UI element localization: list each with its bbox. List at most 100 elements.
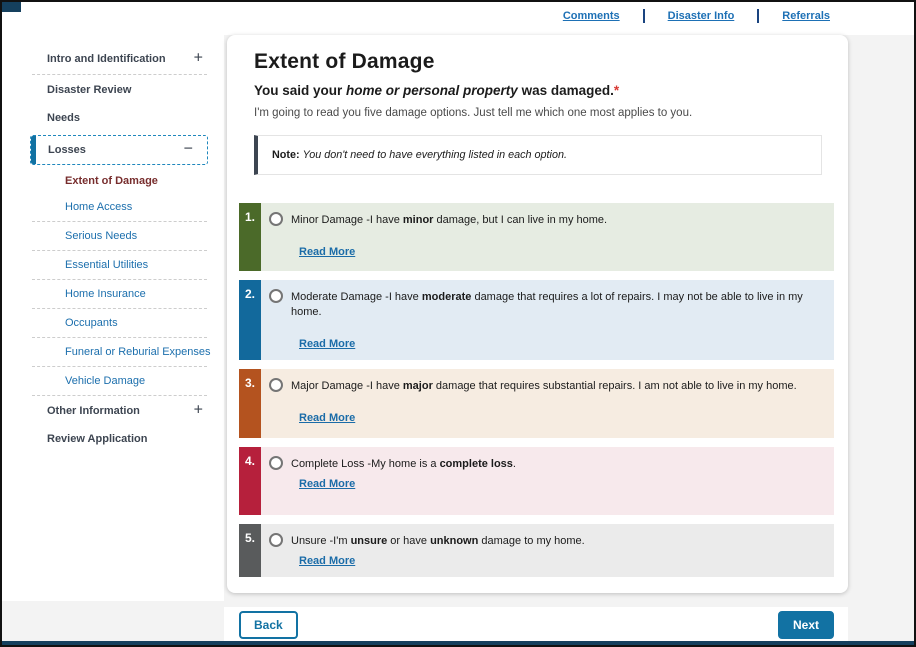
option-label-row: Unsure -I'm unsure or have unknown damag… [269, 533, 824, 549]
note-box: Note: You don't need to have everything … [254, 135, 822, 175]
option-radio[interactable] [269, 212, 283, 226]
option-label-row: Moderate Damage -I have moderate damage … [269, 289, 824, 320]
sidebar-separator [32, 279, 207, 280]
sidebar-item-essential-utilities[interactable]: Essential Utilities [2, 252, 224, 278]
sidebar-item-label: Serious Needs [65, 230, 137, 242]
sidebar-item-home-access[interactable]: Home Access [2, 194, 224, 220]
option-number-tab: 3. [239, 369, 261, 438]
option-radio[interactable] [269, 289, 283, 303]
read-more-link[interactable]: Read More [299, 412, 355, 424]
option-text: Minor Damage -I have minor damage, but I… [291, 212, 607, 228]
sidebar-item-label: Needs [47, 112, 80, 124]
next-button[interactable]: Next [778, 611, 834, 639]
sidebar-item-intro-and-identification[interactable]: Intro and Identification + [2, 45, 224, 73]
sidebar-item-label: Essential Utilities [65, 259, 148, 271]
option-body: Complete Loss -My home is a complete los… [261, 447, 834, 515]
text-segment: . [513, 458, 516, 470]
text-segment: unknown [430, 535, 478, 547]
plus-icon[interactable]: + [194, 402, 203, 418]
sidebar-separator [32, 250, 207, 251]
top-link-comments[interactable]: Comments [563, 10, 620, 22]
option-label-row: Complete Loss -My home is a complete los… [269, 456, 824, 472]
damage-option-5[interactable]: 5. Unsure -I'm unsure or have unknown dam… [239, 524, 834, 577]
option-label-row: Minor Damage -I have minor damage, but I… [269, 212, 824, 228]
sidebar-item-other-information[interactable]: Other Information + [2, 397, 224, 425]
text-segment: complete loss [440, 458, 513, 470]
text-segment: Complete Loss -My home is a [291, 458, 440, 470]
text-segment: You don't need to have everything listed… [303, 149, 567, 161]
text-segment: unsure [351, 535, 388, 547]
plus-icon[interactable]: + [194, 50, 203, 66]
text-segment: Major Damage -I have [291, 380, 403, 392]
top-link-disaster-info[interactable]: Disaster Info [668, 10, 735, 22]
text-segment: damage, but I can live in my home. [433, 214, 607, 226]
sidebar-item-label: Other Information [47, 405, 140, 417]
sidebar-separator [32, 337, 207, 338]
sidebar-nav: Intro and Identification + Disaster Review… [2, 35, 224, 601]
sidebar-item-disaster-review[interactable]: Disaster Review [2, 76, 224, 104]
damage-option-2[interactable]: 2.Moderate Damage -I have moderate damag… [239, 280, 834, 360]
sidebar-item-extent-of-damage[interactable]: Extent of Damage [2, 168, 224, 194]
sidebar-separator [32, 221, 207, 222]
sidebar-item-needs[interactable]: Needs [2, 104, 224, 132]
sidebar-item-label: Funeral or Reburial Expenses [65, 346, 211, 358]
text-segment: was damaged. [518, 83, 614, 98]
option-number-tab: 4. [239, 447, 261, 515]
option-text: Major Damage -I have major damage that r… [291, 378, 797, 394]
option-number-tab: 5. [239, 524, 261, 577]
option-body: Unsure -I'm unsure or have unknown damag… [261, 524, 834, 577]
top-link-referrals[interactable]: Referrals [782, 10, 830, 22]
option-text: Complete Loss -My home is a complete los… [291, 456, 516, 472]
sidebar-item-label: Home Access [65, 201, 132, 213]
option-label-row: Major Damage -I have major damage that r… [269, 378, 824, 394]
link-separator [757, 9, 759, 23]
sidebar-item-home-insurance[interactable]: Home Insurance [2, 281, 224, 307]
option-text: Unsure -I'm unsure or have unknown damag… [291, 533, 585, 549]
sidebar-item-losses[interactable]: Losses − [31, 136, 207, 164]
main-panel: Extent of Damage You said your home or p… [227, 35, 848, 593]
option-radio[interactable] [269, 456, 283, 470]
read-more-link[interactable]: Read More [299, 246, 355, 258]
top-left-accent [2, 2, 21, 12]
option-body: Moderate Damage -I have moderate damage … [261, 280, 834, 360]
text-segment: home or personal property [346, 83, 518, 98]
option-radio[interactable] [269, 378, 283, 392]
sidebar-item-serious-needs[interactable]: Serious Needs [2, 223, 224, 249]
text-segment: * [614, 83, 619, 98]
bottom-accent-bar [2, 641, 914, 645]
minus-icon[interactable]: − [184, 141, 193, 157]
sidebar-item-label: Vehicle Damage [65, 375, 145, 387]
sidebar-item-label: Home Insurance [65, 288, 146, 300]
sidebar-item-label: Occupants [65, 317, 118, 329]
sidebar-item-review-application[interactable]: Review Application [2, 425, 224, 453]
sidebar-item-label: Extent of Damage [65, 175, 158, 187]
sidebar-separator [32, 308, 207, 309]
text-segment: major [403, 380, 433, 392]
option-number-tab: 1. [239, 203, 261, 271]
sidebar-item-vehicle-damage[interactable]: Vehicle Damage [2, 368, 224, 394]
back-button[interactable]: Back [239, 611, 298, 639]
text-segment: Note: [272, 149, 303, 161]
text-segment: You said your [254, 83, 346, 98]
read-more-link[interactable]: Read More [299, 555, 355, 567]
text-segment: moderate [422, 291, 472, 303]
damage-option-3[interactable]: 3. Major Damage -I have major damage that… [239, 369, 834, 438]
sidebar-separator [32, 74, 207, 75]
sidebar-item-label: Intro and Identification [47, 53, 166, 65]
damage-options-list: 1. Minor Damage -I have minor damage, but… [239, 203, 834, 577]
text-segment: or have [387, 535, 430, 547]
read-more-link[interactable]: Read More [299, 478, 355, 490]
sidebar-item-funeral-or-reburial-expenses[interactable]: Funeral or Reburial Expenses [2, 339, 224, 365]
option-radio[interactable] [269, 533, 283, 547]
sidebar-item-label: Losses [48, 144, 86, 156]
read-more-link[interactable]: Read More [299, 338, 355, 350]
link-separator [643, 9, 645, 23]
text-segment: Moderate Damage -I have [291, 291, 422, 303]
option-body: Minor Damage -I have minor damage, but I… [261, 203, 834, 271]
footer-bar: Back Next [224, 607, 848, 643]
damage-option-1[interactable]: 1. Minor Damage -I have minor damage, but… [239, 203, 834, 271]
app-window: Comments Disaster Info Referrals Intro and… [0, 0, 916, 647]
damage-option-4[interactable]: 4. Complete Loss -My home is a complete l… [239, 447, 834, 515]
sidebar-item-occupants[interactable]: Occupants [2, 310, 224, 336]
text-segment: damage that requires substantial repairs… [433, 380, 797, 392]
